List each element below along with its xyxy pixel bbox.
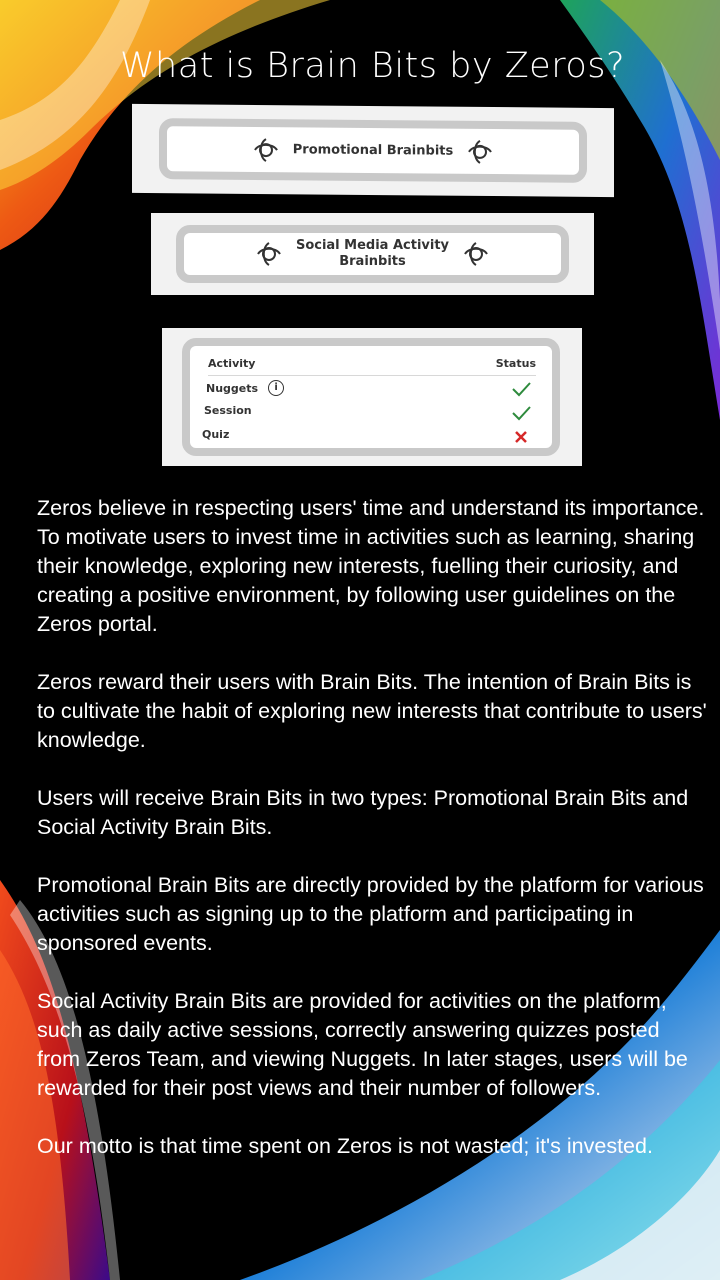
info-icon[interactable]: i xyxy=(268,380,285,396)
activity-cell: Quiz xyxy=(202,428,229,441)
brainbits-knot-icon xyxy=(253,137,278,162)
activity-status-card: Activity Status Nuggets i Session Quiz xyxy=(162,328,582,466)
paragraph-types: Users will receive Brain Bits in two typ… xyxy=(37,786,689,839)
activity-name: Nuggets xyxy=(206,381,259,395)
page-title: What is Brain Bits by Zeros? xyxy=(119,46,626,86)
table-row-nuggets: Nuggets i xyxy=(206,380,532,400)
paragraph-social-activity: Social Activity Brain Bits are provided … xyxy=(37,989,688,1100)
paragraph-motto: Our motto is that time spent on Zeros is… xyxy=(37,1134,653,1158)
paragraph-intro: Zeros believe in respecting users' time … xyxy=(37,496,705,636)
paragraph-reward: Zeros reward their users with Brain Bits… xyxy=(37,670,707,752)
activity-cell: Nuggets i xyxy=(206,380,285,396)
slide: What is Brain Bits by Zeros? Promotional… xyxy=(0,0,720,1280)
body-text: Zeros believe in respecting users' time … xyxy=(37,494,707,1190)
brainbits-knot-icon xyxy=(468,139,493,164)
column-header-status: Status xyxy=(495,357,536,370)
social-label-line2: Brainbits xyxy=(339,254,406,269)
social-label-line1: Social Media Activity xyxy=(295,238,450,253)
activity-name: Session xyxy=(204,404,252,417)
social-media-brainbits-card: Social Media Activity Brainbits xyxy=(151,213,594,295)
table-header: Activity Status xyxy=(208,357,536,376)
brainbits-knot-icon xyxy=(464,242,488,266)
promotional-brainbits-label: Promotional Brainbits xyxy=(292,141,454,159)
activity-status-table: Activity Status Nuggets i Session Quiz xyxy=(190,346,552,448)
activity-cell: Session xyxy=(204,404,252,417)
check-icon xyxy=(512,406,531,421)
brainbits-knot-icon xyxy=(257,242,281,266)
table-row-quiz: Quiz xyxy=(202,428,532,448)
paragraph-promotional: Promotional Brain Bits are directly prov… xyxy=(37,873,704,955)
column-header-activity: Activity xyxy=(208,357,256,370)
social-media-brainbits-label: Social Media Activity Brainbits xyxy=(296,238,449,270)
cross-icon xyxy=(515,431,527,443)
check-icon xyxy=(512,382,531,397)
activity-name: Quiz xyxy=(202,428,230,441)
promotional-brainbits-card: Promotional Brainbits xyxy=(132,103,614,198)
table-row-session: Session xyxy=(204,404,532,424)
